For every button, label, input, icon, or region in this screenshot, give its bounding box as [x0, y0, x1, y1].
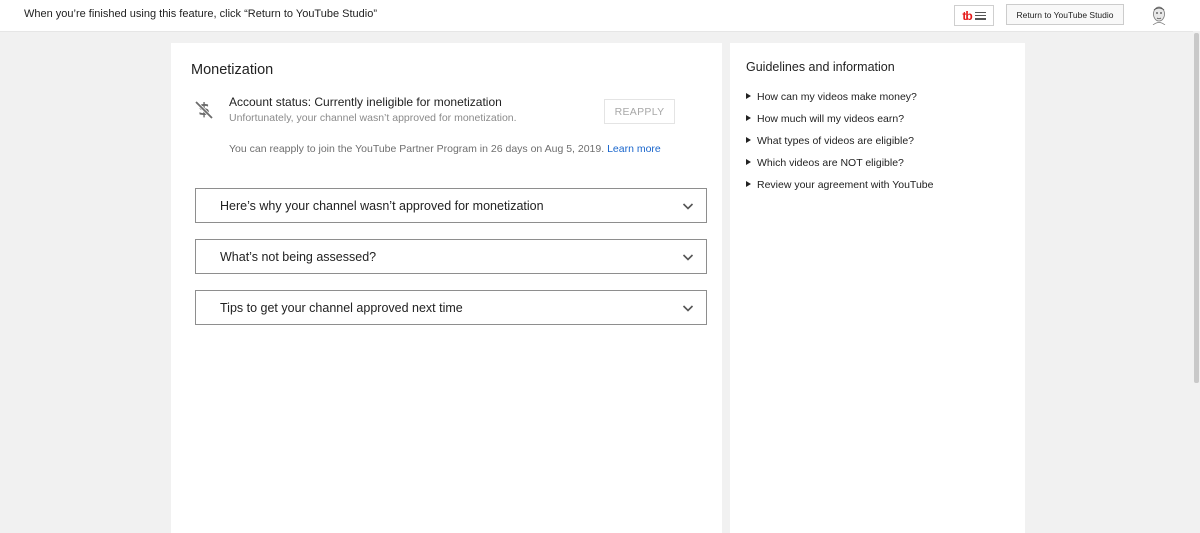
guideline-label: How can my videos make money?	[757, 91, 917, 103]
accordion-why-not-approved[interactable]: Here’s why your channel wasn’t approved …	[195, 188, 707, 223]
reapply-info-text: You can reapply to join the YouTube Part…	[229, 143, 605, 155]
guideline-item[interactable]: How can my videos make money?	[746, 91, 933, 113]
tubebuddy-menu-button[interactable]: tb	[954, 5, 994, 26]
guidelines-list: How can my videos make money? How much w…	[746, 91, 933, 201]
guideline-label: Which videos are NOT eligible?	[757, 157, 904, 169]
tubebuddy-logo: tb	[962, 8, 972, 23]
guideline-label: How much will my videos earn?	[757, 113, 905, 125]
guidelines-panel: Guidelines and information How can my vi…	[730, 43, 1025, 533]
account-status-detail: Unfortunately, your channel wasn’t appro…	[229, 112, 517, 124]
return-to-studio-button[interactable]: Return to YouTube Studio	[1006, 4, 1124, 25]
no-monetization-icon: $	[194, 100, 214, 120]
avatar[interactable]	[1150, 5, 1168, 25]
account-status: Account status: Currently ineligible for…	[229, 95, 502, 109]
guidelines-title: Guidelines and information	[746, 60, 895, 74]
hamburger-icon	[974, 11, 986, 20]
guideline-item[interactable]: How much will my videos earn?	[746, 113, 933, 135]
chevron-down-icon	[682, 305, 694, 312]
chevron-down-icon	[682, 203, 694, 210]
return-notice: When you’re finished using this feature,…	[24, 8, 378, 20]
triangle-right-icon	[746, 93, 751, 99]
accordion-tips[interactable]: Tips to get your channel approved next t…	[195, 290, 707, 325]
reapply-button[interactable]: REAPPLY	[604, 99, 675, 124]
chevron-down-icon	[682, 254, 694, 261]
triangle-right-icon	[746, 181, 751, 187]
top-bar: When you’re finished using this feature,…	[0, 0, 1200, 32]
triangle-right-icon	[746, 115, 751, 121]
monetization-panel: Monetization $ Account status: Currently…	[171, 43, 722, 533]
guideline-item[interactable]: Which videos are NOT eligible?	[746, 157, 933, 179]
triangle-right-icon	[746, 137, 751, 143]
accordion-label: Here’s why your channel wasn’t approved …	[220, 199, 544, 213]
accordion-not-assessed[interactable]: What’s not being assessed?	[195, 239, 707, 274]
guideline-label: What types of videos are eligible?	[757, 135, 915, 147]
guideline-item[interactable]: What types of videos are eligible?	[746, 135, 933, 157]
triangle-right-icon	[746, 159, 751, 165]
learn-more-link[interactable]: Learn more	[607, 143, 661, 155]
accordion-label: What’s not being assessed?	[220, 250, 377, 264]
page-scrollbar-thumb[interactable]	[1194, 33, 1199, 383]
guideline-label: Review your agreement with YouTube	[757, 179, 934, 191]
reapply-info: You can reapply to join the YouTube Part…	[229, 143, 661, 155]
page-title: Monetization	[191, 62, 274, 78]
guideline-item[interactable]: Review your agreement with YouTube	[746, 179, 933, 201]
accordion-label: Tips to get your channel approved next t…	[220, 301, 463, 315]
